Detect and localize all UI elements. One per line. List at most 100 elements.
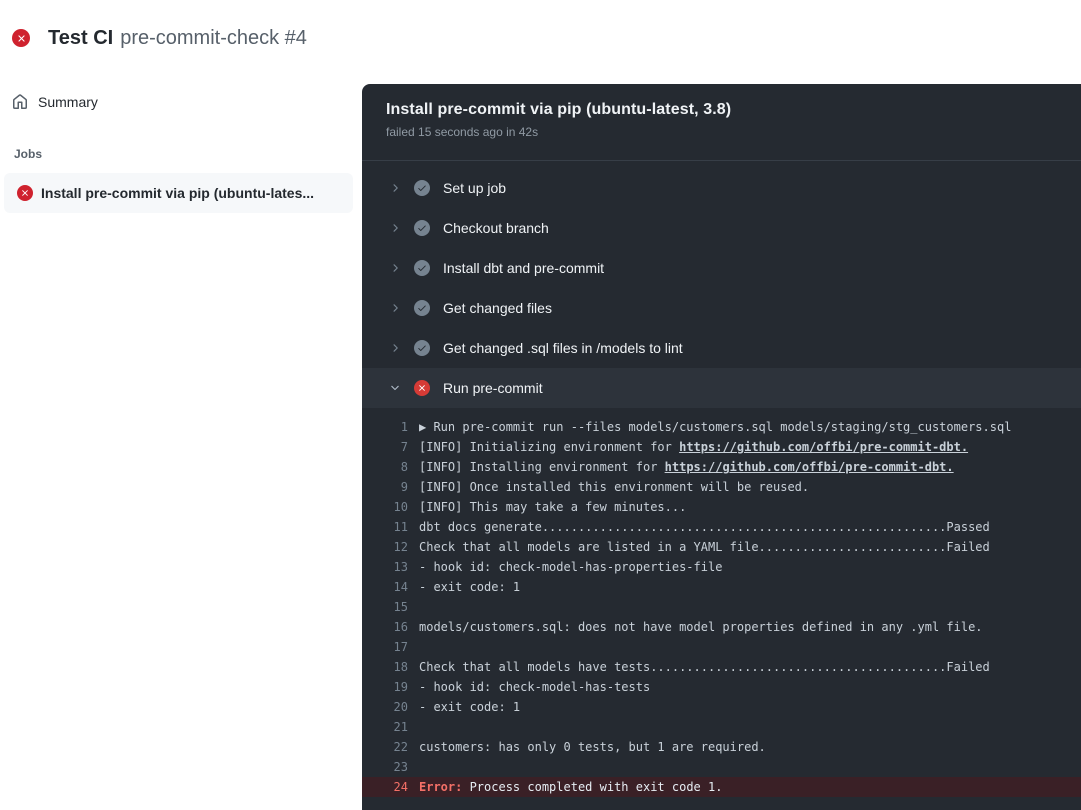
step-label: Get changed .sql files in /models to lin… — [443, 340, 683, 356]
log-text: Process completed with exit code 1. — [470, 780, 723, 794]
log-text: [INFO] Once installed this environment w… — [419, 480, 809, 494]
log-line-text: Check that all models have tests........… — [419, 657, 990, 677]
log-line-number[interactable]: 10 — [362, 497, 408, 517]
log-line-text: - hook id: check-model-has-tests — [419, 677, 650, 697]
log-text: [INFO] Initializing environment for — [419, 440, 679, 454]
step-label: Checkout branch — [443, 220, 549, 236]
chevron-right-icon[interactable] — [389, 342, 401, 354]
log-text: - exit code: 1 — [419, 580, 520, 594]
log-line-number[interactable]: 8 — [362, 457, 408, 477]
log-line-number[interactable]: 7 — [362, 437, 408, 457]
log-line-number[interactable]: 20 — [362, 697, 408, 717]
log-text: - hook id: check-model-has-tests — [419, 680, 650, 694]
step-label: Set up job — [443, 180, 506, 196]
log-line-number[interactable]: 16 — [362, 617, 408, 637]
chevron-right-icon[interactable] — [389, 302, 401, 314]
log-line-number[interactable]: 14 — [362, 577, 408, 597]
error-label: Error: — [419, 780, 470, 794]
sidebar: Summary Jobs Install pre-commit via pip … — [0, 76, 361, 213]
log-line: 14 - exit code: 1 — [362, 577, 1081, 597]
log-text: dbt docs generate.......................… — [419, 520, 990, 534]
log-line: 22customers: has only 0 tests, but 1 are… — [362, 737, 1081, 757]
log-line: 9 [INFO] Once installed this environment … — [362, 477, 1081, 497]
log-line: 20 - exit code: 1 — [362, 697, 1081, 717]
check-circle-icon — [414, 180, 430, 196]
chevron-right-icon[interactable] — [389, 222, 401, 234]
log-line: 18 Check that all models have tests......… — [362, 657, 1081, 677]
log-line-number[interactable]: 19 — [362, 677, 408, 697]
log-line-number[interactable]: 15 — [362, 597, 408, 617]
workflow-name: Test CI — [48, 27, 113, 50]
log-line: 13 - hook id: check-model-has-properties-… — [362, 557, 1081, 577]
x-circle-icon — [414, 380, 430, 396]
x-circle-icon — [12, 29, 30, 47]
job-title: Install pre-commit via pip (ubuntu-lates… — [386, 101, 1057, 119]
log-line-number[interactable]: 22 — [362, 737, 408, 757]
log-line: 21 — [362, 717, 1081, 737]
log-text: Check that all models are listed in a YA… — [419, 540, 990, 554]
log-line-text: models/customers.sql: does not have mode… — [419, 617, 983, 637]
step-label: Get changed files — [443, 300, 552, 316]
log-line: 8 [INFO] Installing environment for https… — [362, 457, 1081, 477]
log-line-text: Check that all models are listed in a YA… — [419, 537, 990, 557]
log-line-number[interactable]: 18 — [362, 657, 408, 677]
log-line-text: - exit code: 1 — [419, 697, 520, 717]
log-text: Check that all models have tests........… — [419, 660, 990, 674]
check-circle-icon — [414, 220, 430, 236]
log-line-number[interactable]: 1 — [362, 417, 408, 437]
log-line-number[interactable]: 13 — [362, 557, 408, 577]
job-panel-header: Install pre-commit via pip (ubuntu-lates… — [362, 84, 1081, 161]
step-label: Install dbt and pre-commit — [443, 260, 604, 276]
log-text: [INFO] This may take a few minutes... — [419, 500, 686, 514]
step-row[interactable]: Install dbt and pre-commit — [362, 248, 1081, 288]
log-line-number[interactable]: 11 — [362, 517, 408, 537]
log-line: 23 — [362, 757, 1081, 777]
log-line-number[interactable]: 12 — [362, 537, 408, 557]
job-label: Install pre-commit via pip (ubuntu-lates… — [41, 185, 314, 201]
log-line-text: dbt docs generate.......................… — [419, 517, 990, 537]
log-line-text: [INFO] Initializing environment for http… — [419, 437, 968, 457]
sidebar-item-job[interactable]: Install pre-commit via pip (ubuntu-lates… — [4, 173, 353, 213]
log-line: 19 - hook id: check-model-has-tests — [362, 677, 1081, 697]
check-circle-icon — [414, 300, 430, 316]
log-link[interactable]: https://github.com/offbi/pre-commit-dbt. — [679, 440, 968, 454]
log-text: [INFO] Installing environment for — [419, 460, 665, 474]
log-line-text: - exit code: 1 — [419, 577, 520, 597]
chevron-down-icon[interactable] — [389, 382, 401, 394]
log-line-number[interactable]: 23 — [362, 757, 408, 777]
log-line-number[interactable]: 21 — [362, 717, 408, 737]
step-label: Run pre-commit — [443, 380, 543, 396]
chevron-right-icon[interactable] — [389, 262, 401, 274]
log-line-text: [INFO] This may take a few minutes... — [419, 497, 686, 517]
step-row[interactable]: Get changed files — [362, 288, 1081, 328]
log-line: 1 ▶ Run pre-commit run --files models/cus… — [362, 417, 1081, 437]
step-row[interactable]: Set up job — [362, 168, 1081, 208]
step-row[interactable]: Run pre-commit — [362, 368, 1081, 408]
summary-label: Summary — [38, 94, 98, 110]
log-text: - exit code: 1 — [419, 700, 520, 714]
chevron-right-icon[interactable] — [389, 182, 401, 194]
log-line: 12 Check that all models are listed in a … — [362, 537, 1081, 557]
log-text: ▶ Run pre-commit run --files models/cust… — [419, 420, 1011, 434]
log-line-text: [INFO] Installing environment for https:… — [419, 457, 954, 477]
log-line: 24 Error: Process completed with exit cod… — [362, 777, 1081, 797]
log-text: - hook id: check-model-has-properties-fi… — [419, 560, 722, 574]
log-link[interactable]: https://github.com/offbi/pre-commit-dbt. — [665, 460, 954, 474]
log-line: 17 — [362, 637, 1081, 657]
log-line: 10 [INFO] This may take a few minutes... — [362, 497, 1081, 517]
log-line-number[interactable]: 17 — [362, 637, 408, 657]
job-log-panel: Install pre-commit via pip (ubuntu-lates… — [362, 84, 1081, 810]
log-line-text: - hook id: check-model-has-properties-fi… — [419, 557, 722, 577]
log-line-number[interactable]: 24 — [362, 777, 408, 797]
check-circle-icon — [414, 340, 430, 356]
log-viewer: 1 ▶ Run pre-commit run --files models/cus… — [362, 408, 1081, 797]
step-row[interactable]: Get changed .sql files in /models to lin… — [362, 328, 1081, 368]
log-line-text: ▶ Run pre-commit run --files models/cust… — [419, 417, 1011, 437]
steps-list: Set up job Checkout branch Install dbt and… — [362, 161, 1081, 408]
check-circle-icon — [414, 260, 430, 276]
step-row[interactable]: Checkout branch — [362, 208, 1081, 248]
job-status-text: failed 15 seconds ago in 42s — [386, 125, 1057, 139]
sidebar-item-summary[interactable]: Summary — [12, 92, 349, 112]
run-name: pre-commit-check #4 — [120, 27, 307, 50]
log-line-number[interactable]: 9 — [362, 477, 408, 497]
